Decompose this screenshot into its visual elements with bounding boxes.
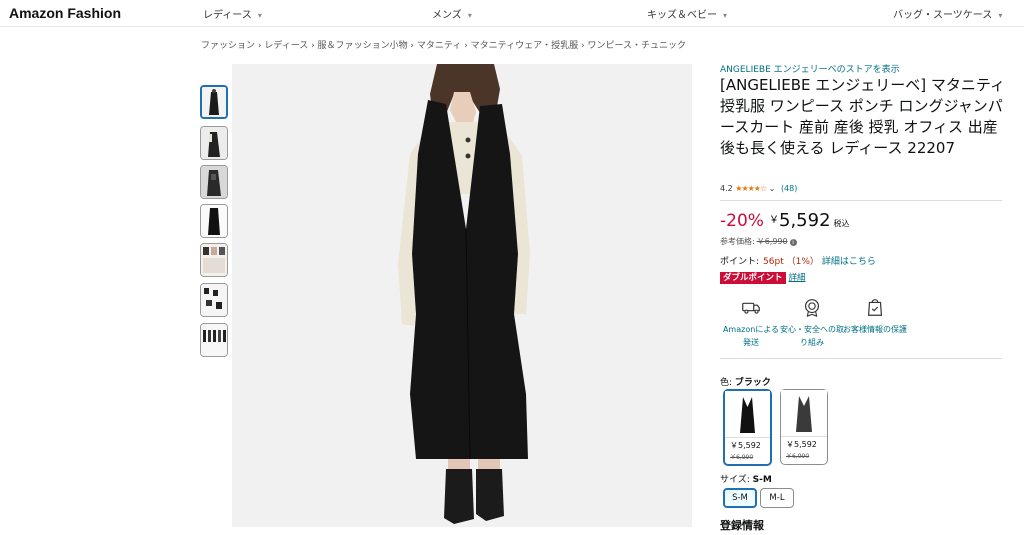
reference-price: 参考価格: ￥6,990 i — [720, 236, 797, 247]
thumbnail-image — [201, 324, 227, 356]
color-label: 色: ブラック — [720, 375, 771, 388]
points-value: 56pt （1%） — [763, 257, 819, 267]
divider — [720, 358, 1002, 359]
nav-kids-label: キッズ＆ベビー — [647, 10, 717, 21]
reference-price-label: 参考価格: — [720, 237, 755, 246]
swatch-image — [781, 390, 827, 437]
thumbnail-image — [202, 87, 226, 117]
thumbnail-image — [201, 244, 227, 276]
nav-kids[interactable]: キッズ＆ベビー ▾ — [647, 6, 727, 21]
rating-value: 4.2 — [720, 184, 733, 193]
double-points-row: ダブルポイント 詳細 — [720, 271, 806, 284]
chevron-down-icon[interactable]: ⌄ — [769, 184, 776, 193]
product-title: [ANGELIEBE エンジェリーベ] マタニティ 授乳服 ワンピース ポンチ … — [720, 76, 1005, 157]
points-details-link[interactable]: 詳細はこちら — [822, 257, 876, 267]
store-link[interactable]: ANGELIEBE エンジェリーベのストアを表示 — [720, 62, 900, 75]
thumbnail-image — [201, 205, 227, 237]
nav-bags[interactable]: バッグ・スーツケース ▾ — [893, 6, 1002, 21]
thumbnail-image — [201, 284, 227, 316]
divider — [720, 200, 1002, 201]
color-selected-value: ブラック — [734, 378, 771, 388]
star-rating-icon[interactable]: ★★★★☆ — [735, 184, 767, 193]
discount-percent: -20% — [720, 211, 764, 231]
double-points-badge: ダブルポイント — [720, 272, 786, 284]
feature-amazon-shipping[interactable]: Amazonによる発送 — [719, 296, 783, 349]
thumbnail-1[interactable] — [200, 85, 228, 119]
size-option-s-m[interactable]: S-M — [723, 488, 757, 508]
thumbnail-6[interactable] — [200, 283, 228, 317]
feature-label: 安心・安全への取り組み — [780, 325, 844, 347]
feature-safety[interactable]: 安心・安全への取り組み — [780, 296, 844, 349]
thumbnail-image — [201, 166, 227, 198]
swatch-original-price: ￥6,990 — [730, 454, 754, 461]
color-label-text: 色: — [720, 378, 733, 388]
size-label: サイズ: S-M — [720, 472, 772, 485]
points-row: ポイント: 56pt （1%） 詳細はこちら — [720, 254, 876, 267]
top-navigation-bar: Amazon Fashion レディース ▾ メンズ ▾ キッズ＆ベビー ▾ バッグ・… — [0, 0, 1024, 27]
thumbnail-4[interactable] — [200, 204, 228, 238]
badge-icon — [804, 299, 820, 318]
reference-price-value: ￥6,990 — [756, 237, 788, 246]
size-selected-value: S-M — [752, 475, 772, 485]
truck-icon — [742, 302, 760, 314]
nav-mens[interactable]: メンズ ▾ — [432, 6, 472, 21]
swatch-price: ￥5,592 — [730, 441, 761, 450]
nav-ladies[interactable]: レディース ▾ — [203, 6, 262, 21]
feature-label: Amazonによる発送 — [722, 325, 780, 347]
size-label-text: サイズ: — [720, 475, 750, 485]
color-swatch-black[interactable]: ￥5,592 ￥6,990 — [723, 389, 772, 466]
info-icon[interactable]: i — [789, 239, 797, 246]
nav-ladies-label: レディース — [203, 10, 252, 21]
model-dress-illustration — [232, 64, 692, 527]
double-points-details-link[interactable]: 詳細 — [789, 273, 806, 283]
breadcrumb[interactable]: ファッション › レディース › 服＆ファッション小物 › マタニティ › マタ… — [201, 38, 686, 51]
size-option-m-l[interactable]: M-L — [760, 488, 794, 508]
feature-privacy[interactable]: お客様情報の保護 — [843, 296, 907, 336]
thumbnail-3[interactable] — [200, 165, 228, 199]
nav-bags-label: バッグ・スーツケース — [893, 10, 993, 21]
thumbnail-7[interactable] — [200, 323, 228, 357]
shield-bag-icon — [867, 299, 883, 316]
thumbnail-image — [201, 127, 227, 159]
registration-info-heading: 登録情報 — [720, 519, 764, 532]
nav-mens-label: メンズ — [432, 10, 462, 21]
price-value: 5,592 — [779, 210, 831, 231]
brand-logo[interactable]: Amazon Fashion — [9, 5, 121, 21]
feature-label: お客様情報の保護 — [843, 325, 907, 334]
tax-label: 税込 — [833, 219, 850, 228]
rating-count-link[interactable]: (48) — [781, 184, 797, 193]
main-product-image[interactable] — [232, 64, 692, 527]
swatch-original-price: ￥6,990 — [786, 453, 810, 460]
thumbnail-5[interactable] — [200, 243, 228, 277]
thumbnail-2[interactable] — [200, 126, 228, 160]
swatch-image — [725, 391, 770, 438]
rating-row[interactable]: 4.2 ★★★★☆ ⌄ (48) — [720, 184, 797, 193]
swatch-price: ￥5,592 — [786, 440, 817, 449]
chevron-down-icon: ▾ — [467, 11, 472, 20]
points-label: ポイント: — [720, 257, 760, 267]
price: ￥5,592 税込 — [769, 210, 850, 231]
color-swatch-charcoal[interactable]: ￥5,592 ￥6,990 — [780, 389, 828, 465]
chevron-down-icon: ▾ — [257, 11, 262, 20]
chevron-down-icon: ▾ — [723, 11, 728, 20]
chevron-down-icon: ▾ — [998, 11, 1003, 20]
currency-symbol: ￥ — [769, 215, 779, 226]
